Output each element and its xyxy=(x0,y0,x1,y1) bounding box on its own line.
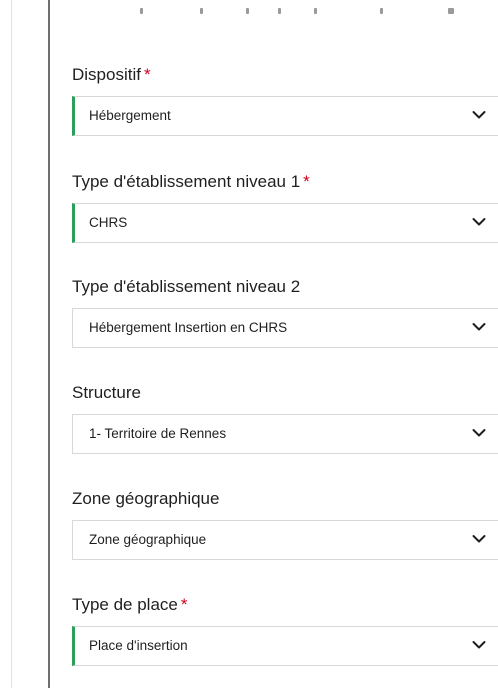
field-structure: Structure 1- Territoire de Rennes xyxy=(72,382,498,454)
field-zone-geographique: Zone géographique Zone géographique xyxy=(72,488,498,560)
structure-select[interactable]: 1- Territoire de Rennes xyxy=(72,414,498,454)
zone-geographique-select[interactable]: Zone géographique xyxy=(72,520,498,560)
select-value: Place d'insertion xyxy=(89,638,188,653)
type-etablissement-2-select[interactable]: Hébergement Insertion en CHRS xyxy=(72,308,498,348)
panel-divider xyxy=(48,0,50,688)
chevron-down-icon xyxy=(472,429,486,437)
dispositif-select[interactable]: Hébergement xyxy=(72,96,498,136)
field-type-etablissement-1: Type d'établissement niveau 1 * CHRS xyxy=(72,171,498,243)
chevron-down-icon xyxy=(472,111,486,119)
chevron-down-icon xyxy=(472,323,486,331)
page: Dispositif * Hébergement Type d'établisse… xyxy=(0,0,498,688)
chevron-down-icon xyxy=(472,641,486,649)
field-type-etablissement-2: Type d'établissement niveau 2 Hébergemen… xyxy=(72,276,498,348)
field-label: Dispositif * xyxy=(72,65,151,84)
cropped-text-line xyxy=(110,0,470,18)
field-label: Type d'établissement niveau 1 * xyxy=(72,172,310,191)
chevron-down-icon xyxy=(472,218,486,226)
field-label: Type d'établissement niveau 2 xyxy=(72,277,301,296)
select-value: 1- Territoire de Rennes xyxy=(89,426,227,441)
field-label: Structure xyxy=(72,383,141,402)
select-value: Hébergement xyxy=(89,108,171,123)
required-mark: * xyxy=(180,595,188,614)
required-mark: * xyxy=(143,65,151,84)
panel-divider-faint xyxy=(11,0,12,688)
type-etablissement-1-select[interactable]: CHRS xyxy=(72,203,498,243)
select-value: CHRS xyxy=(89,215,128,230)
field-label: Type de place * xyxy=(72,595,188,614)
field-type-de-place: Type de place * Place d'insertion xyxy=(72,594,498,666)
chevron-down-icon xyxy=(472,535,486,543)
select-value: Zone géographique xyxy=(89,532,207,547)
select-value: Hébergement Insertion en CHRS xyxy=(89,320,288,335)
required-mark: * xyxy=(303,172,310,191)
type-de-place-select[interactable]: Place d'insertion xyxy=(72,626,498,666)
field-dispositif: Dispositif * Hébergement xyxy=(72,64,498,136)
field-label: Zone géographique xyxy=(72,489,220,508)
